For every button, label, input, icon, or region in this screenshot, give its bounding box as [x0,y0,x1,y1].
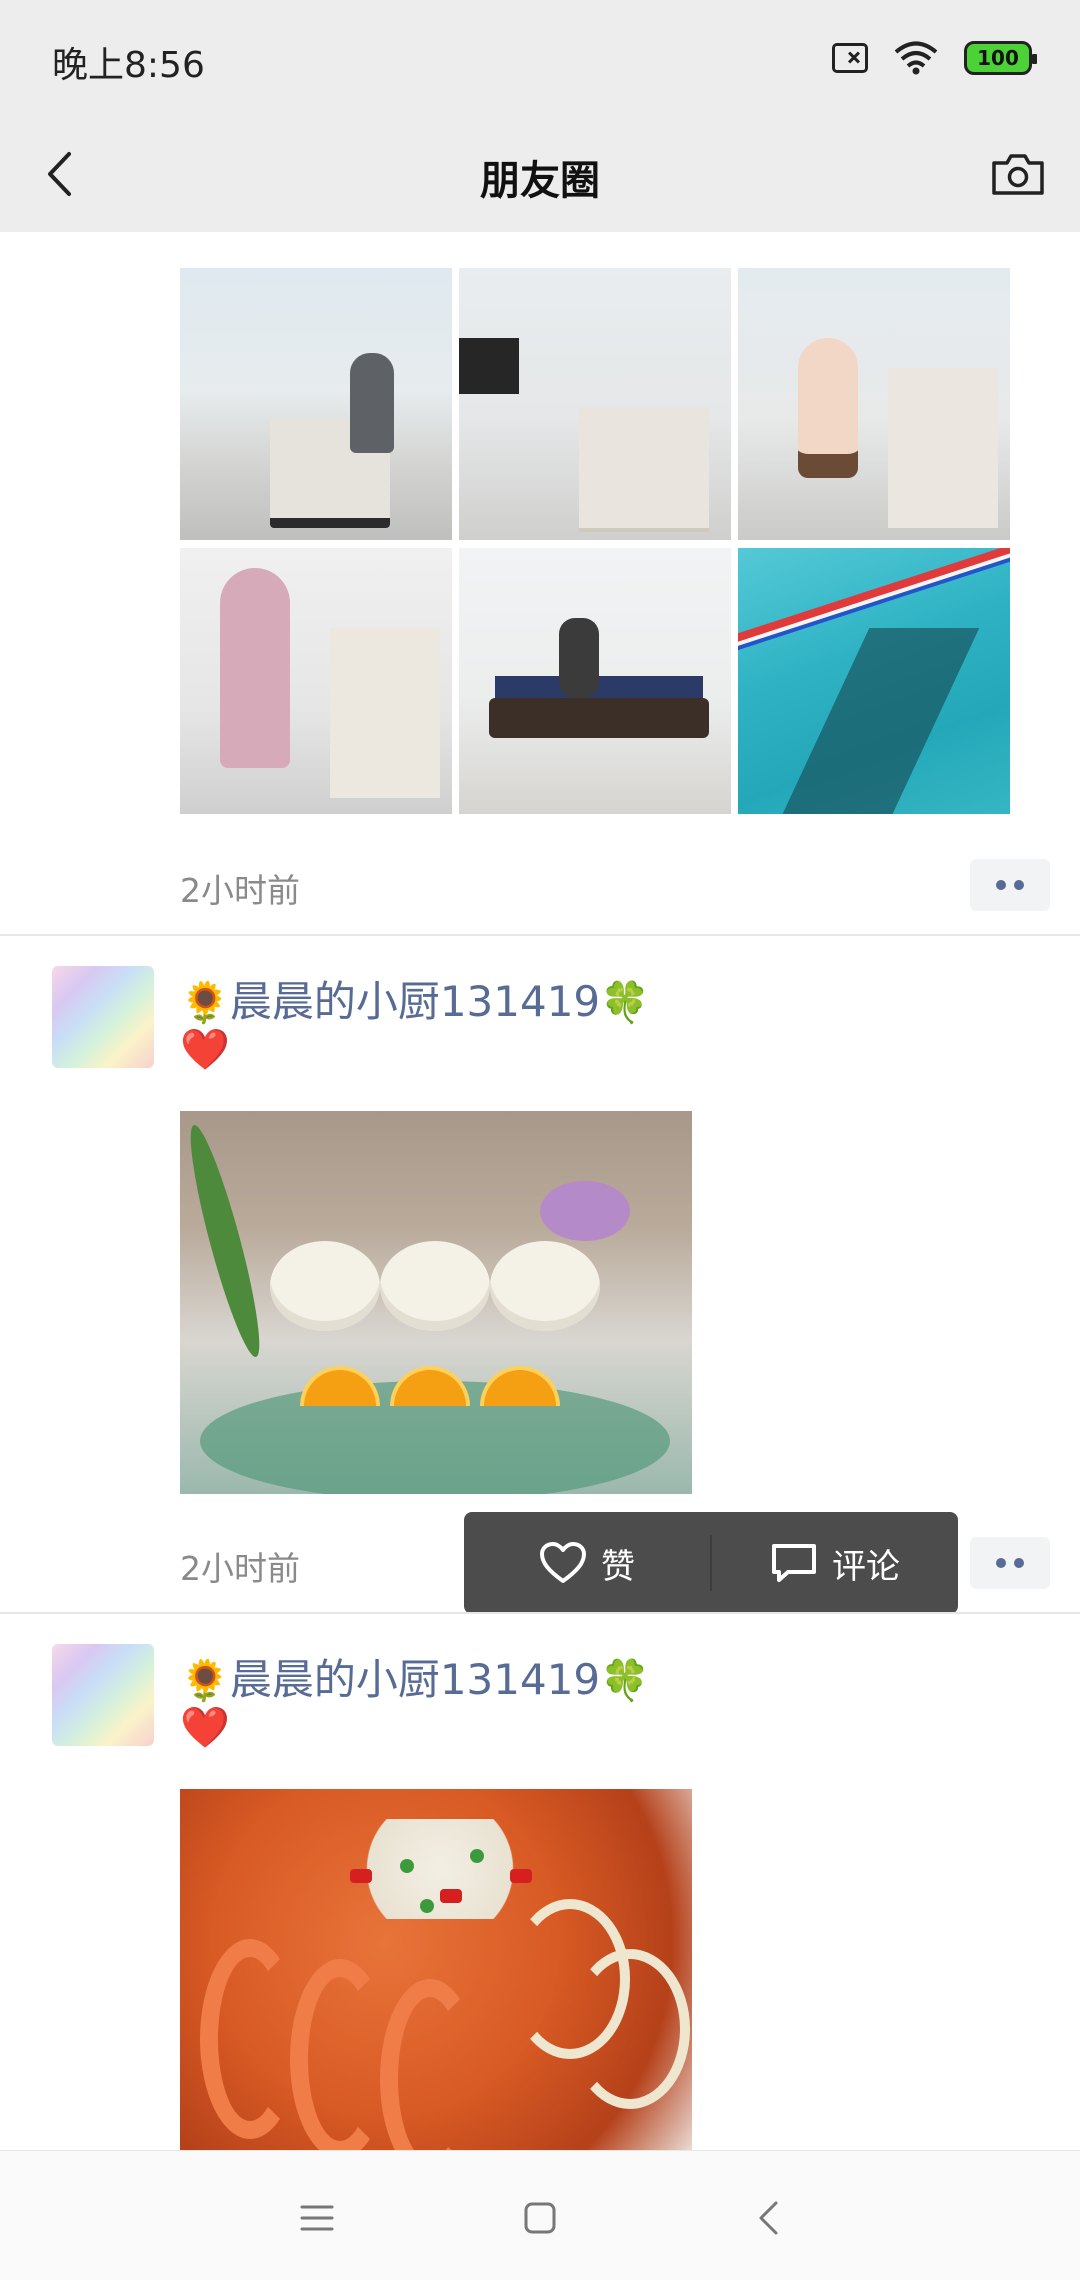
post-content: ❤️ [180,1705,230,1751]
photo-lecture-skeleton-model[interactable] [459,268,731,540]
clover-emoji: 🍀 [600,980,650,1026]
menu-button[interactable] [282,2183,352,2253]
photo-lecture-sticker[interactable] [738,268,1010,540]
post-image-shrimp-dish[interactable] [180,1789,692,2150]
sim-error-icon [832,43,868,73]
sunflower-emoji: 🌻 [180,980,230,1026]
post-time: 2小时前 [180,871,300,910]
post-author[interactable]: 🌻晨晨的小厨131419🍀 [180,1646,650,1707]
photo-massage-bed[interactable] [459,548,731,814]
image-detail [440,1889,462,1903]
photo-grid [180,268,1014,814]
post-author-name: 晨晨的小厨131419 [229,977,601,1026]
wifi-icon [894,41,938,75]
post-divider [0,1612,1080,1614]
more-dot-icon [996,880,1006,890]
image-detail [300,1366,380,1406]
comment-label: 评论 [831,1546,900,1587]
like-label: 赞 [601,1546,635,1587]
moments-feed[interactable]: 2小时前 🌻晨晨的小厨131419🍀 ❤️ 2小时前 赞 评论 🌻晨晨的小厨13… [0,232,1080,2150]
camera-icon [992,154,1044,195]
like-button[interactable]: 赞 [464,1512,710,1614]
photo-swimming-pool[interactable] [738,548,1010,814]
post-author[interactable]: 🌻晨晨的小厨131419🍀 [180,968,650,1029]
nav-back-button[interactable] [733,2183,803,2253]
comment-icon [771,1544,816,1582]
more-dot-icon [996,1558,1006,1568]
comment-button[interactable]: 评论 [712,1512,958,1614]
system-navigation-bar [0,2150,1080,2280]
avatar[interactable] [52,966,154,1068]
home-button[interactable] [505,2183,575,2253]
image-detail [470,1849,484,1863]
battery-icon: 100 [964,41,1037,75]
battery-level: 100 [977,46,1019,70]
more-actions-button[interactable] [970,1537,1050,1589]
photo-lecture-podium[interactable] [180,268,452,540]
more-dot-icon [1014,1558,1024,1568]
like-comment-popup: 赞 评论 [464,1512,958,1614]
clover-emoji: 🍀 [600,1658,650,1704]
post-content: ❤️ [180,1027,230,1073]
sunflower-emoji: 🌻 [180,1658,230,1704]
post-author-name: 晨晨的小厨131419 [229,1655,601,1704]
more-dot-icon [1014,880,1024,890]
post-time: 2小时前 [180,1549,300,1588]
home-icon [524,2202,556,2234]
image-detail [290,1959,390,2150]
image-detail [490,1241,600,1331]
status-time: 晚上8:56 [52,45,205,86]
image-detail [180,1121,271,1361]
image-detail [380,1979,480,2150]
back-icon [759,2201,778,2235]
image-detail [420,1899,434,1913]
more-actions-button[interactable] [970,859,1050,911]
image-detail [510,1869,532,1883]
image-detail [270,1241,380,1331]
post-meta-row: 2小时前 [0,854,1080,914]
status-icons: 100 [832,38,1037,78]
avatar[interactable] [52,1644,154,1746]
post-image-dessert[interactable] [180,1111,692,1494]
post-divider [0,934,1080,936]
image-detail [380,1241,490,1331]
image-detail [400,1859,414,1873]
camera-button[interactable] [986,142,1050,206]
image-detail [200,1939,300,2139]
image-detail [570,1949,690,2109]
image-detail [390,1366,470,1406]
heart-outline-icon [540,1542,586,1583]
image-detail [480,1366,560,1406]
status-bar: 晚上8:56 100 [0,0,1080,118]
navigation-header: 朋友圈 [0,118,1080,232]
image-detail [540,1181,630,1241]
image-detail [350,1869,372,1883]
page-title: 朋友圈 [480,158,600,204]
photo-lecture-demo[interactable] [180,548,452,814]
menu-icon [300,2205,334,2231]
